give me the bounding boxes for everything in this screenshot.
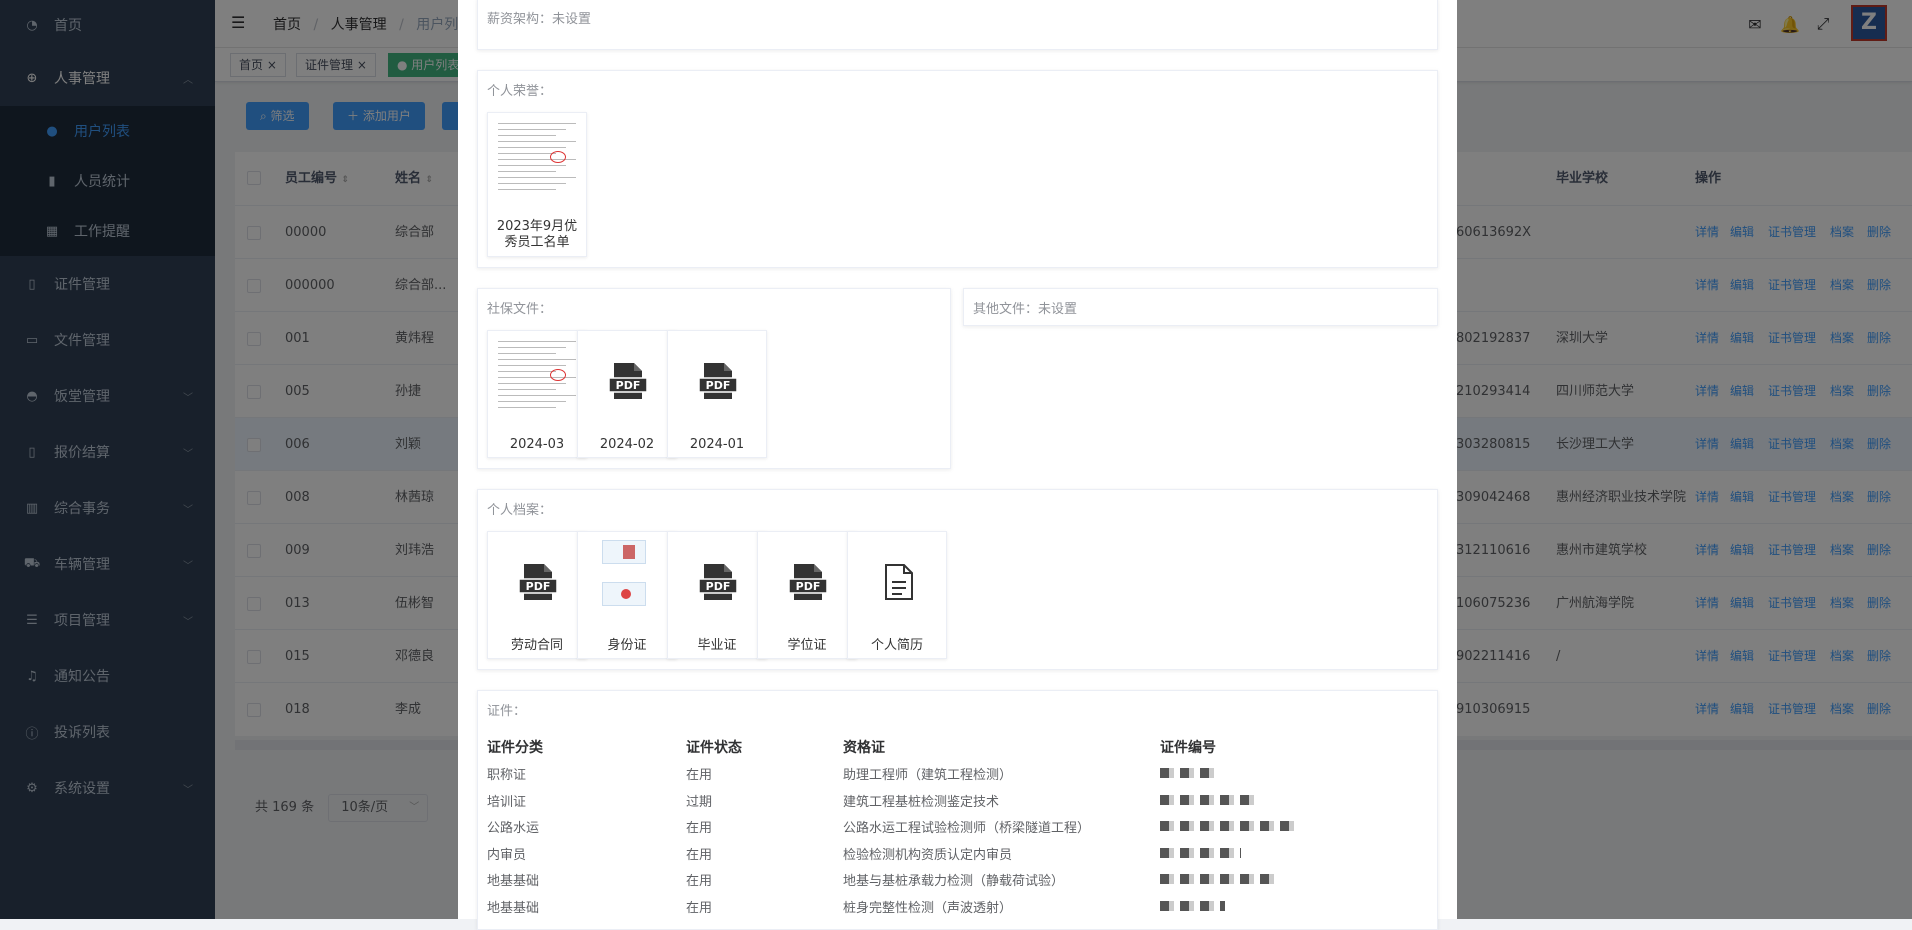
honor-file[interactable]: 2023年9月优秀员工名单 xyxy=(487,112,587,257)
pdf-text: PDF xyxy=(706,580,731,593)
file-caption: 劳动合同 xyxy=(510,638,563,653)
cert-label: 证件： xyxy=(487,704,527,719)
pdf-icon: PDF xyxy=(698,564,738,600)
cert-cell: 培训证 xyxy=(487,794,527,810)
cert-cell: 助理工程师（建筑工程检测） xyxy=(843,768,1013,783)
social-label: 社保文件： xyxy=(487,302,553,317)
redacted-cert-number xyxy=(1160,794,1257,805)
cert-cell: 过期 xyxy=(686,794,713,810)
file-caption: 学位证 xyxy=(787,638,827,653)
document-preview xyxy=(492,117,584,197)
cert-cell: 公路水运 xyxy=(487,821,540,836)
file-caption: 2024-01 xyxy=(689,437,745,452)
archive-label: 个人档案： xyxy=(487,503,553,518)
other-files-label: 其他文件：未设置 xyxy=(973,302,1078,317)
salary-label: 薪资架构：未设置 xyxy=(487,12,592,27)
cert-cell: 在用 xyxy=(686,900,713,916)
pdf-text: PDF xyxy=(706,379,731,392)
file-caption: 2024-02 xyxy=(599,437,655,452)
document-icon xyxy=(885,564,913,600)
salary-card: 薪资架构：未设置 xyxy=(477,0,1438,50)
redacted-cert-number xyxy=(1160,900,1225,911)
pdf-text: PDF xyxy=(796,580,821,593)
redacted-cert-number xyxy=(1160,874,1278,884)
pdf-text: PDF xyxy=(526,580,551,593)
social-card: 社保文件： 2024-03 PDF 2024-02 PDF 2024-01 xyxy=(477,288,951,469)
archive-file[interactable]: 身份证 xyxy=(577,531,677,659)
honors-label: 个人荣誉： xyxy=(487,84,553,99)
cert-cell: 在用 xyxy=(686,768,713,783)
cert-cell: 在用 xyxy=(686,847,713,863)
id-card-preview xyxy=(582,536,674,616)
cert-cell: 职称证 xyxy=(487,768,527,783)
cert-column-header: 资格证 xyxy=(843,740,885,756)
social-file[interactable]: 2024-03 xyxy=(487,330,587,458)
cert-cell: 地基基础 xyxy=(487,874,540,889)
archive-file[interactable]: PDF 学位证 xyxy=(757,531,857,659)
social-file[interactable]: PDF 2024-01 xyxy=(667,330,767,458)
honors-card: 个人荣誉： 2023年9月优秀员工名单 xyxy=(477,70,1438,268)
cert-cell: 桩身完整性检测（声波透射） xyxy=(843,900,1013,916)
pdf-icon: PDF xyxy=(788,564,828,600)
archive-file[interactable]: 个人简历 xyxy=(847,531,947,659)
cert-cell: 地基与基桩承载力检测（静载荷试验） xyxy=(843,874,1065,889)
pdf-icon: PDF xyxy=(518,564,558,600)
cert-column-header: 证件分类 xyxy=(487,740,543,756)
cert-cell: 检验检测机构资质认定内审员 xyxy=(843,847,1013,863)
cert-cell: 在用 xyxy=(686,874,713,889)
certificate-card: 证件： xyxy=(477,690,1438,930)
pdf-icon: PDF xyxy=(698,363,738,399)
pdf-icon: PDF xyxy=(608,363,648,399)
pdf-text: PDF xyxy=(616,379,641,392)
other-files-card: 其他文件：未设置 xyxy=(963,288,1438,326)
file-caption: 个人简历 xyxy=(870,638,923,653)
cert-cell: 在用 xyxy=(686,821,713,836)
cert-column-header: 证件编号 xyxy=(1160,740,1216,756)
user-detail-dialog: 薪资架构：未设置 个人荣誉： 2023年9月优秀员工名单 社保文件： 2024-… xyxy=(458,0,1457,930)
document-preview xyxy=(492,335,584,415)
file-caption: 2023年9月优秀员工名单 xyxy=(496,219,578,250)
cert-column-header: 证件状态 xyxy=(686,740,742,756)
cert-cell: 建筑工程基桩检测鉴定技术 xyxy=(843,794,1000,810)
redacted-cert-number xyxy=(1160,768,1220,778)
redacted-cert-number xyxy=(1160,847,1241,858)
archive-card: 个人档案： PDF 劳动合同 身份证 PDF 毕业证 PDF 学位证 个人简历 xyxy=(477,489,1438,670)
file-caption: 2024-03 xyxy=(509,437,565,452)
cert-cell: 公路水运工程试验检测师（桥梁隧道工程） xyxy=(843,821,1091,836)
social-file[interactable]: PDF 2024-02 xyxy=(577,330,677,458)
cert-cell: 内审员 xyxy=(487,847,527,863)
cert-cell: 地基基础 xyxy=(487,900,540,916)
file-caption: 身份证 xyxy=(607,638,647,653)
redacted-cert-number xyxy=(1160,821,1294,831)
archive-file[interactable]: PDF 劳动合同 xyxy=(487,531,587,659)
file-caption: 毕业证 xyxy=(697,638,737,653)
archive-file[interactable]: PDF 毕业证 xyxy=(667,531,767,659)
